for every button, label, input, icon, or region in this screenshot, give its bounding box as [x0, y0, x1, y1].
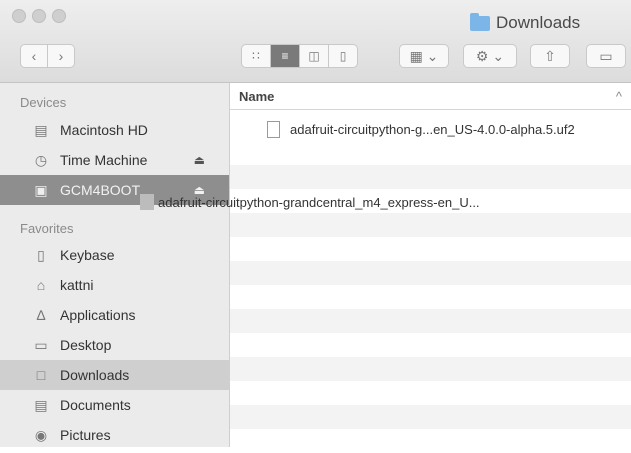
downloads-icon: □ [36, 367, 46, 383]
eject-icon[interactable]: ⏏ [194, 153, 205, 167]
arrange-button[interactable]: ▦ ⌄ [399, 44, 449, 68]
title-bar: Downloads ‹ › ∷ ≡ ◫ ▯ ▦ ⌄ ⚙ ⌄ ⇧ ▭ [0, 0, 631, 83]
file-list: Name ^ adafruit-circuitpython-g...en_US-… [230, 83, 631, 447]
window-title: Downloads [470, 12, 580, 33]
sidebar-item-macintosh-hd[interactable]: ▤ Macintosh HD [0, 115, 229, 145]
cover-flow-icon: ▯ [339, 49, 347, 63]
disk-icon: ▤ [34, 121, 48, 138]
icon-view-icon: ∷ [252, 49, 260, 63]
desktop-icon: ▭ [34, 336, 48, 353]
name-column-header[interactable]: Name ^ [230, 83, 631, 110]
file-icon [267, 120, 280, 138]
sidebar-item-keybase[interactable]: ▯ Keybase [0, 240, 229, 270]
minimize-window-button[interactable] [32, 9, 46, 23]
empty-row [230, 165, 631, 189]
list-view-button[interactable]: ≡ [270, 44, 300, 68]
sidebar-item-desktop[interactable]: ▭ Desktop [0, 330, 229, 360]
chevron-left-icon: ‹ [31, 48, 37, 64]
sidebar-item-applications[interactable]: ∆ Applications [0, 300, 229, 330]
gear-icon: ⚙ ⌄ [475, 47, 505, 64]
empty-row [230, 405, 631, 429]
empty-row [230, 261, 631, 285]
empty-row [230, 357, 631, 381]
column-view-icon: ◫ [308, 49, 320, 63]
tag-icon: ▭ [599, 47, 613, 64]
tag-button[interactable]: ▭ [586, 44, 626, 68]
devices-section-label: Devices [20, 95, 67, 110]
home-icon: ⌂ [36, 277, 46, 293]
list-view-icon: ≡ [281, 49, 289, 63]
empty-row [230, 381, 631, 405]
share-button[interactable]: ⇧ [530, 44, 570, 68]
empty-row [230, 285, 631, 309]
sidebar-item-documents[interactable]: ▤ Documents [0, 390, 229, 420]
favorites-section-label: Favorites [20, 221, 74, 236]
file-name: adafruit-circuitpython-g...en_US-4.0.0-a… [290, 121, 575, 137]
documents-icon: ▤ [34, 396, 48, 413]
column-view-button[interactable]: ◫ [299, 44, 329, 68]
back-button[interactable]: ‹ [20, 44, 48, 68]
empty-row [230, 429, 631, 453]
zoom-window-button[interactable] [52, 9, 66, 23]
camera-icon: ◉ [34, 426, 48, 443]
applications-icon: ∆ [36, 307, 46, 323]
folder-icon [470, 12, 490, 31]
dragged-file[interactable]: adafruit-circuitpython-grandcentral_m4_e… [140, 194, 480, 210]
sort-indicator-icon: ^ [615, 88, 622, 104]
chevron-right-icon: › [58, 48, 64, 64]
sidebar-item-kattni[interactable]: ⌂ kattni [0, 270, 229, 300]
usb-drive-icon: ▣ [34, 181, 48, 198]
sidebar-item-pictures[interactable]: ◉ Pictures [0, 420, 229, 450]
empty-row [230, 141, 631, 165]
action-button[interactable]: ⚙ ⌄ [463, 44, 517, 68]
time-machine-icon: ◷ [34, 151, 48, 168]
forward-button[interactable]: › [47, 44, 75, 68]
sidebar-item-downloads[interactable]: □ Downloads [0, 360, 229, 390]
grid-arrange-icon: ▦ ⌄ [409, 47, 439, 64]
dragged-file-icon [140, 194, 154, 210]
empty-row [230, 237, 631, 261]
sidebar: Devices ▤ Macintosh HD ◷ Time Machine ⏏ … [0, 83, 230, 447]
empty-row [230, 333, 631, 357]
file-row[interactable]: adafruit-circuitpython-g...en_US-4.0.0-a… [230, 117, 631, 141]
icon-view-button[interactable]: ∷ [241, 44, 271, 68]
empty-row [230, 213, 631, 237]
empty-row [230, 309, 631, 333]
close-window-button[interactable] [12, 9, 26, 23]
document-icon: ▯ [37, 246, 45, 263]
sidebar-item-time-machine[interactable]: ◷ Time Machine ⏏ [0, 145, 229, 175]
cover-flow-view-button[interactable]: ▯ [328, 44, 358, 68]
share-icon: ⇧ [544, 47, 556, 64]
